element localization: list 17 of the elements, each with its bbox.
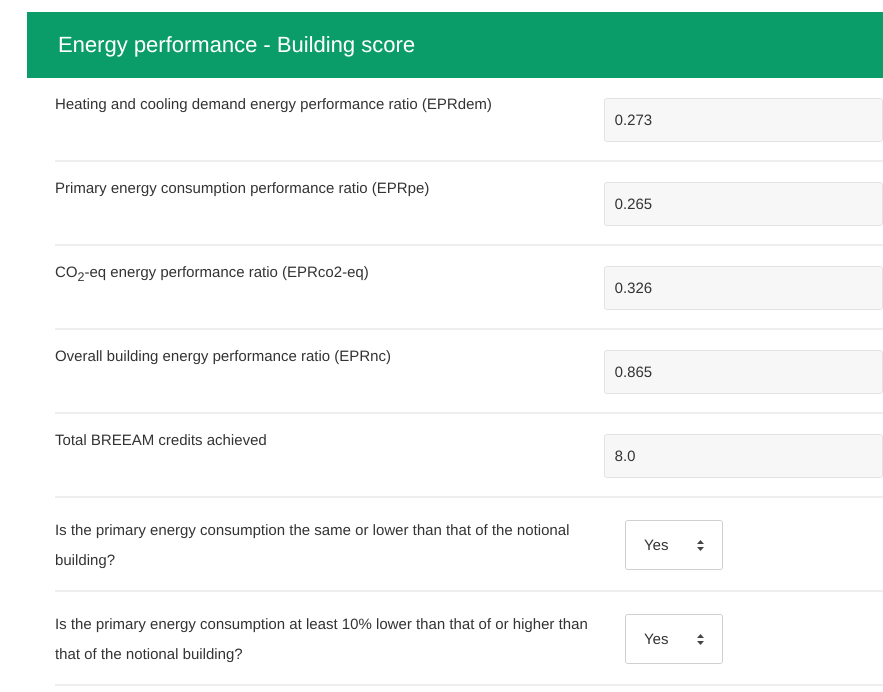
select-dropdown[interactable]: Yes xyxy=(625,614,723,664)
field-label: Overall building energy performance ratio (EPRnc) xyxy=(55,347,392,367)
field-label: CO$_{2}$-eq energy performance ratio (EPRco2-eq) xyxy=(55,263,370,286)
input-field[interactable]: 8.0 xyxy=(604,434,883,478)
field-label: Heating and cooling demand energy performance ratio (EPRdem) xyxy=(55,95,493,115)
field-label: Total BREEAM credits achieved xyxy=(55,431,268,451)
input-field[interactable]: 0.265 xyxy=(604,182,883,226)
field-label: Is the primary energy consumption at least 10% lower than that of or higher than that of the notional building? xyxy=(55,615,589,665)
select-dropdown[interactable]: Yes xyxy=(625,520,723,570)
field-label: Is the primary energy consumption the same or lower than that of the notional building? xyxy=(55,521,570,571)
field-label: Primary energy consumption performance ratio (EPRpe) xyxy=(55,179,430,199)
sort-arrows-icon xyxy=(697,634,704,644)
input-field[interactable]: 0.326 xyxy=(604,266,883,310)
sort-arrows-icon xyxy=(697,540,704,550)
input-field[interactable]: 0.865 xyxy=(604,350,883,394)
input-field[interactable]: 0.273 xyxy=(604,98,883,142)
panel-title: Energy performance - Building score xyxy=(58,32,416,58)
